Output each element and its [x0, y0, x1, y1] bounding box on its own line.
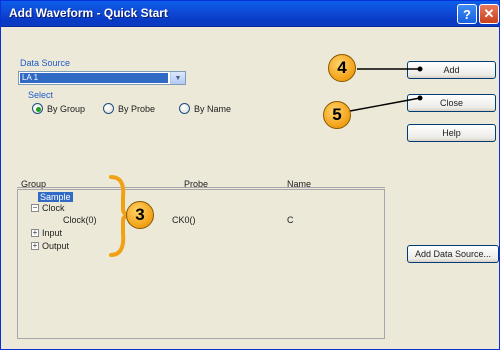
expand-icon[interactable]: +: [31, 242, 39, 250]
title-bar[interactable]: Add Waveform - Quick Start ? ✕: [1, 1, 499, 27]
radio-label: By Group: [47, 103, 86, 114]
tree-item-clock-0[interactable]: Clock(0): [63, 215, 97, 225]
radio-label: By Name: [194, 103, 232, 114]
radio-unchecked-icon[interactable]: [179, 103, 190, 114]
name-cell: C: [287, 215, 294, 225]
help-button[interactable]: Help: [407, 124, 496, 142]
data-source-dropdown[interactable]: LA 1 ▼: [18, 71, 186, 85]
window-title: Add Waveform - Quick Start: [9, 6, 168, 20]
radio-unchecked-icon[interactable]: [103, 103, 114, 114]
chevron-down-icon[interactable]: ▼: [170, 72, 185, 84]
tree-item-sample[interactable]: Sample: [38, 192, 73, 202]
callout-5-badge: 5: [323, 101, 351, 129]
close-button[interactable]: Close: [407, 94, 496, 112]
tree-item-input[interactable]: + Input: [31, 228, 62, 238]
add-waveform-dialog: Add Waveform - Quick Start ? ✕ Data Sour…: [0, 0, 500, 350]
tree-item-clock[interactable]: − Clock: [31, 203, 65, 213]
help-title-button[interactable]: ?: [457, 4, 477, 24]
close-title-button[interactable]: ✕: [479, 4, 499, 24]
data-source-label: Data Source: [20, 58, 71, 68]
select-label: Select: [28, 90, 54, 100]
radio-by-name[interactable]: By Name: [179, 103, 231, 114]
tree-item-label: Input: [42, 228, 63, 238]
data-source-value: LA 1: [20, 73, 168, 83]
header-divider: [17, 187, 385, 188]
tree-item-output[interactable]: + Output: [31, 241, 69, 251]
tree-item-label: Clock(0): [63, 215, 97, 225]
collapse-icon[interactable]: −: [31, 204, 39, 212]
expand-icon[interactable]: +: [31, 229, 39, 237]
callout-4-badge: 4: [328, 54, 356, 82]
radio-checked-icon[interactable]: [32, 103, 43, 114]
probe-cell: CK0(): [172, 215, 196, 225]
tree-item-label: Sample: [38, 192, 73, 202]
radio-label: By Probe: [118, 103, 156, 114]
tree-item-label: Clock: [42, 203, 65, 213]
tree-item-label: Output: [42, 241, 70, 251]
radio-by-probe[interactable]: By Probe: [103, 103, 155, 114]
add-button[interactable]: Add: [407, 61, 496, 79]
radio-by-group[interactable]: By Group: [32, 103, 85, 114]
add-data-source-button[interactable]: Add Data Source...: [407, 245, 499, 263]
waveform-tree-list[interactable]: [17, 189, 385, 339]
callout-3-badge: 3: [126, 201, 154, 229]
